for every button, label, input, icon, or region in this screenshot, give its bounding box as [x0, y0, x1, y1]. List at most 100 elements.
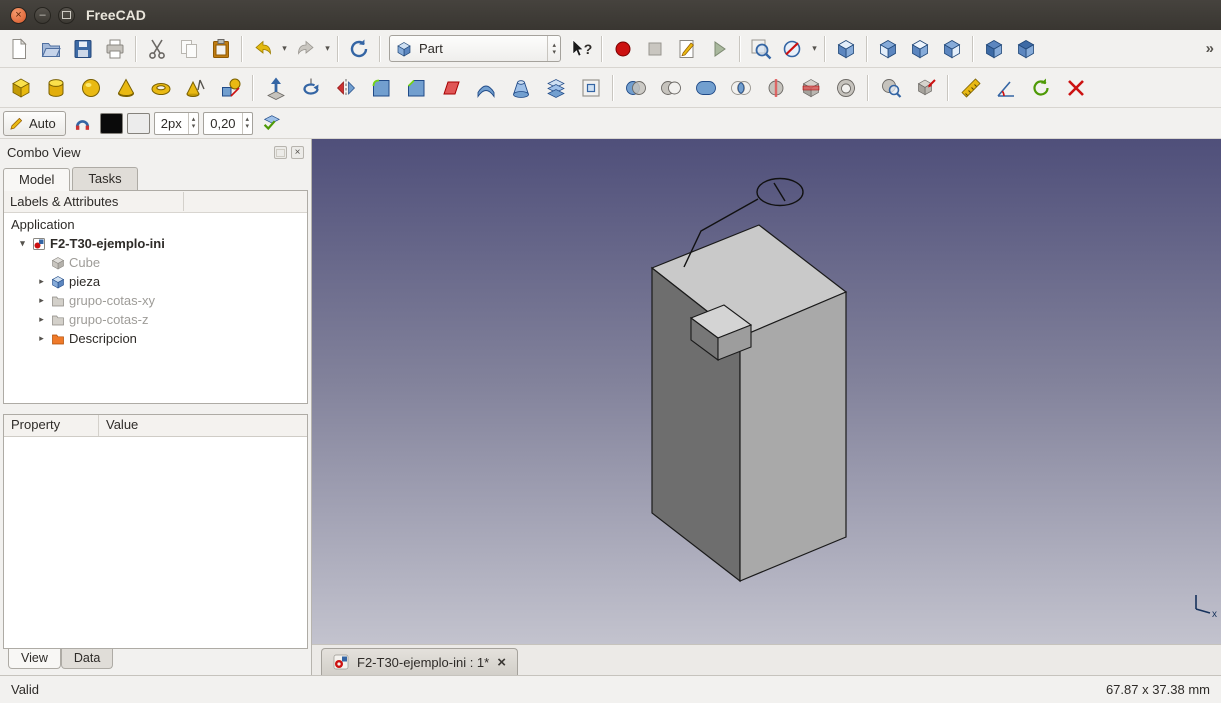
expander-closed-icon[interactable]	[36, 314, 47, 325]
view-top-button[interactable]	[904, 34, 936, 64]
tree-item-document[interactable]: F2-T30-ejemplo-ini	[4, 234, 307, 253]
tree-item-grupo-cotas-z[interactable]: grupo-cotas-z	[4, 310, 307, 329]
view-axonometric-button[interactable]	[830, 34, 862, 64]
expander-closed-icon[interactable]	[36, 295, 47, 306]
line-width-arrows[interactable]	[188, 113, 199, 134]
tree-item-cube[interactable]: Cube	[4, 253, 307, 272]
view-rear-button[interactable]	[978, 34, 1010, 64]
panel-float-button[interactable]	[274, 146, 287, 159]
make-face-button[interactable]	[433, 71, 468, 105]
toolbar-overflow-button[interactable]	[1206, 40, 1218, 57]
document-tab-close-button[interactable]	[497, 654, 506, 671]
property-table-body[interactable]	[4, 437, 307, 648]
draw-style-dropdown[interactable]	[809, 34, 820, 64]
refresh-button[interactable]	[343, 34, 375, 64]
redo-dropdown[interactable]	[322, 34, 333, 64]
working-plane-button[interactable]: Auto	[3, 111, 66, 136]
document-icon	[32, 237, 46, 251]
intersection-button[interactable]	[723, 71, 758, 105]
workbench-selector-spinner[interactable]	[547, 36, 560, 61]
tree-item-application[interactable]: Application	[4, 215, 307, 234]
thickness-button[interactable]	[828, 71, 863, 105]
draw-style-button[interactable]	[777, 34, 809, 64]
window-minimize-button[interactable]	[34, 7, 51, 24]
union-button[interactable]	[688, 71, 723, 105]
panel-splitter[interactable]	[0, 404, 311, 414]
create-primitives-button[interactable]	[178, 71, 213, 105]
extrude-button[interactable]	[258, 71, 293, 105]
section-button[interactable]	[758, 71, 793, 105]
view-right-button[interactable]	[936, 34, 968, 64]
window-close-button[interactable]	[10, 7, 27, 24]
cross-sections-button[interactable]	[793, 71, 828, 105]
clear-measurement-button[interactable]	[1058, 71, 1093, 105]
tree-item-pieza[interactable]: pieza	[4, 272, 307, 291]
open-document-button[interactable]	[35, 34, 67, 64]
undo-dropdown[interactable]	[279, 34, 290, 64]
mirror-button[interactable]	[328, 71, 363, 105]
macro-execute-button[interactable]	[703, 34, 735, 64]
fillet-button[interactable]	[363, 71, 398, 105]
macro-edit-button[interactable]	[671, 34, 703, 64]
line-width-spinner[interactable]: 2px	[154, 112, 199, 135]
window-maximize-button[interactable]	[58, 7, 75, 24]
loft-button[interactable]	[503, 71, 538, 105]
view-front-button[interactable]	[872, 34, 904, 64]
3d-viewport[interactable]: x	[312, 139, 1221, 644]
print-icon	[103, 37, 127, 61]
boolean-cut-button[interactable]	[653, 71, 688, 105]
measure-linear-button[interactable]	[953, 71, 988, 105]
chamfer-button[interactable]	[398, 71, 433, 105]
torus-icon	[149, 76, 173, 100]
box-zoom-button[interactable]	[745, 34, 777, 64]
copy-button[interactable]	[173, 34, 205, 64]
sphere-button[interactable]	[73, 71, 108, 105]
tab-data[interactable]: Data	[61, 649, 113, 669]
expander-closed-icon[interactable]	[36, 276, 47, 287]
construction-mode-button[interactable]	[70, 110, 96, 136]
view-bottom-button[interactable]	[1010, 34, 1042, 64]
cone-button[interactable]	[108, 71, 143, 105]
macro-stop-button[interactable]	[639, 34, 671, 64]
print-button[interactable]	[99, 34, 131, 64]
measure-angular-button[interactable]	[988, 71, 1023, 105]
text-size-spinner[interactable]: 0,20	[203, 112, 253, 135]
tab-view[interactable]: View	[8, 649, 61, 669]
apply-style-button[interactable]	[257, 110, 285, 136]
cylinder-button[interactable]	[38, 71, 73, 105]
model-tree[interactable]: Application F2-T30-ejemplo-ini Cube	[4, 213, 307, 403]
text-size-arrows[interactable]	[242, 113, 253, 134]
defeaturing-button[interactable]	[908, 71, 943, 105]
shape-builder-button[interactable]	[213, 71, 248, 105]
save-document-button[interactable]	[67, 34, 99, 64]
boolean-button[interactable]	[618, 71, 653, 105]
cut-button[interactable]	[141, 34, 173, 64]
document-tab[interactable]: F2-T30-ejemplo-ini : 1*	[321, 648, 518, 675]
revolve-button[interactable]	[293, 71, 328, 105]
tab-tasks[interactable]: Tasks	[72, 167, 137, 190]
whats-this-button[interactable]	[565, 34, 597, 64]
ruled-surface-button[interactable]	[468, 71, 503, 105]
macro-record-button[interactable]	[607, 34, 639, 64]
offset-button[interactable]	[573, 71, 608, 105]
refresh-measurement-button[interactable]	[1023, 71, 1058, 105]
line-color-swatch[interactable]	[100, 113, 123, 134]
paste-button[interactable]	[205, 34, 237, 64]
tree-item-grupo-cotas-xy[interactable]: grupo-cotas-xy	[4, 291, 307, 310]
panel-close-button[interactable]	[291, 146, 304, 159]
new-document-button[interactable]	[3, 34, 35, 64]
undo-button[interactable]	[247, 34, 279, 64]
torus-button[interactable]	[143, 71, 178, 105]
face-color-swatch[interactable]	[127, 113, 150, 134]
cylinder-icon	[44, 76, 68, 100]
model-box-right-face[interactable]	[740, 292, 846, 581]
sweep-button[interactable]	[538, 71, 573, 105]
workbench-selector[interactable]: Part	[389, 35, 561, 62]
tree-item-descripcion[interactable]: Descripcion	[4, 329, 307, 348]
tab-model[interactable]: Model	[3, 168, 70, 191]
check-geometry-button[interactable]	[873, 71, 908, 105]
expander-closed-icon[interactable]	[36, 333, 47, 344]
expander-open-icon[interactable]	[17, 238, 28, 249]
box-button[interactable]	[3, 71, 38, 105]
redo-button[interactable]	[290, 34, 322, 64]
